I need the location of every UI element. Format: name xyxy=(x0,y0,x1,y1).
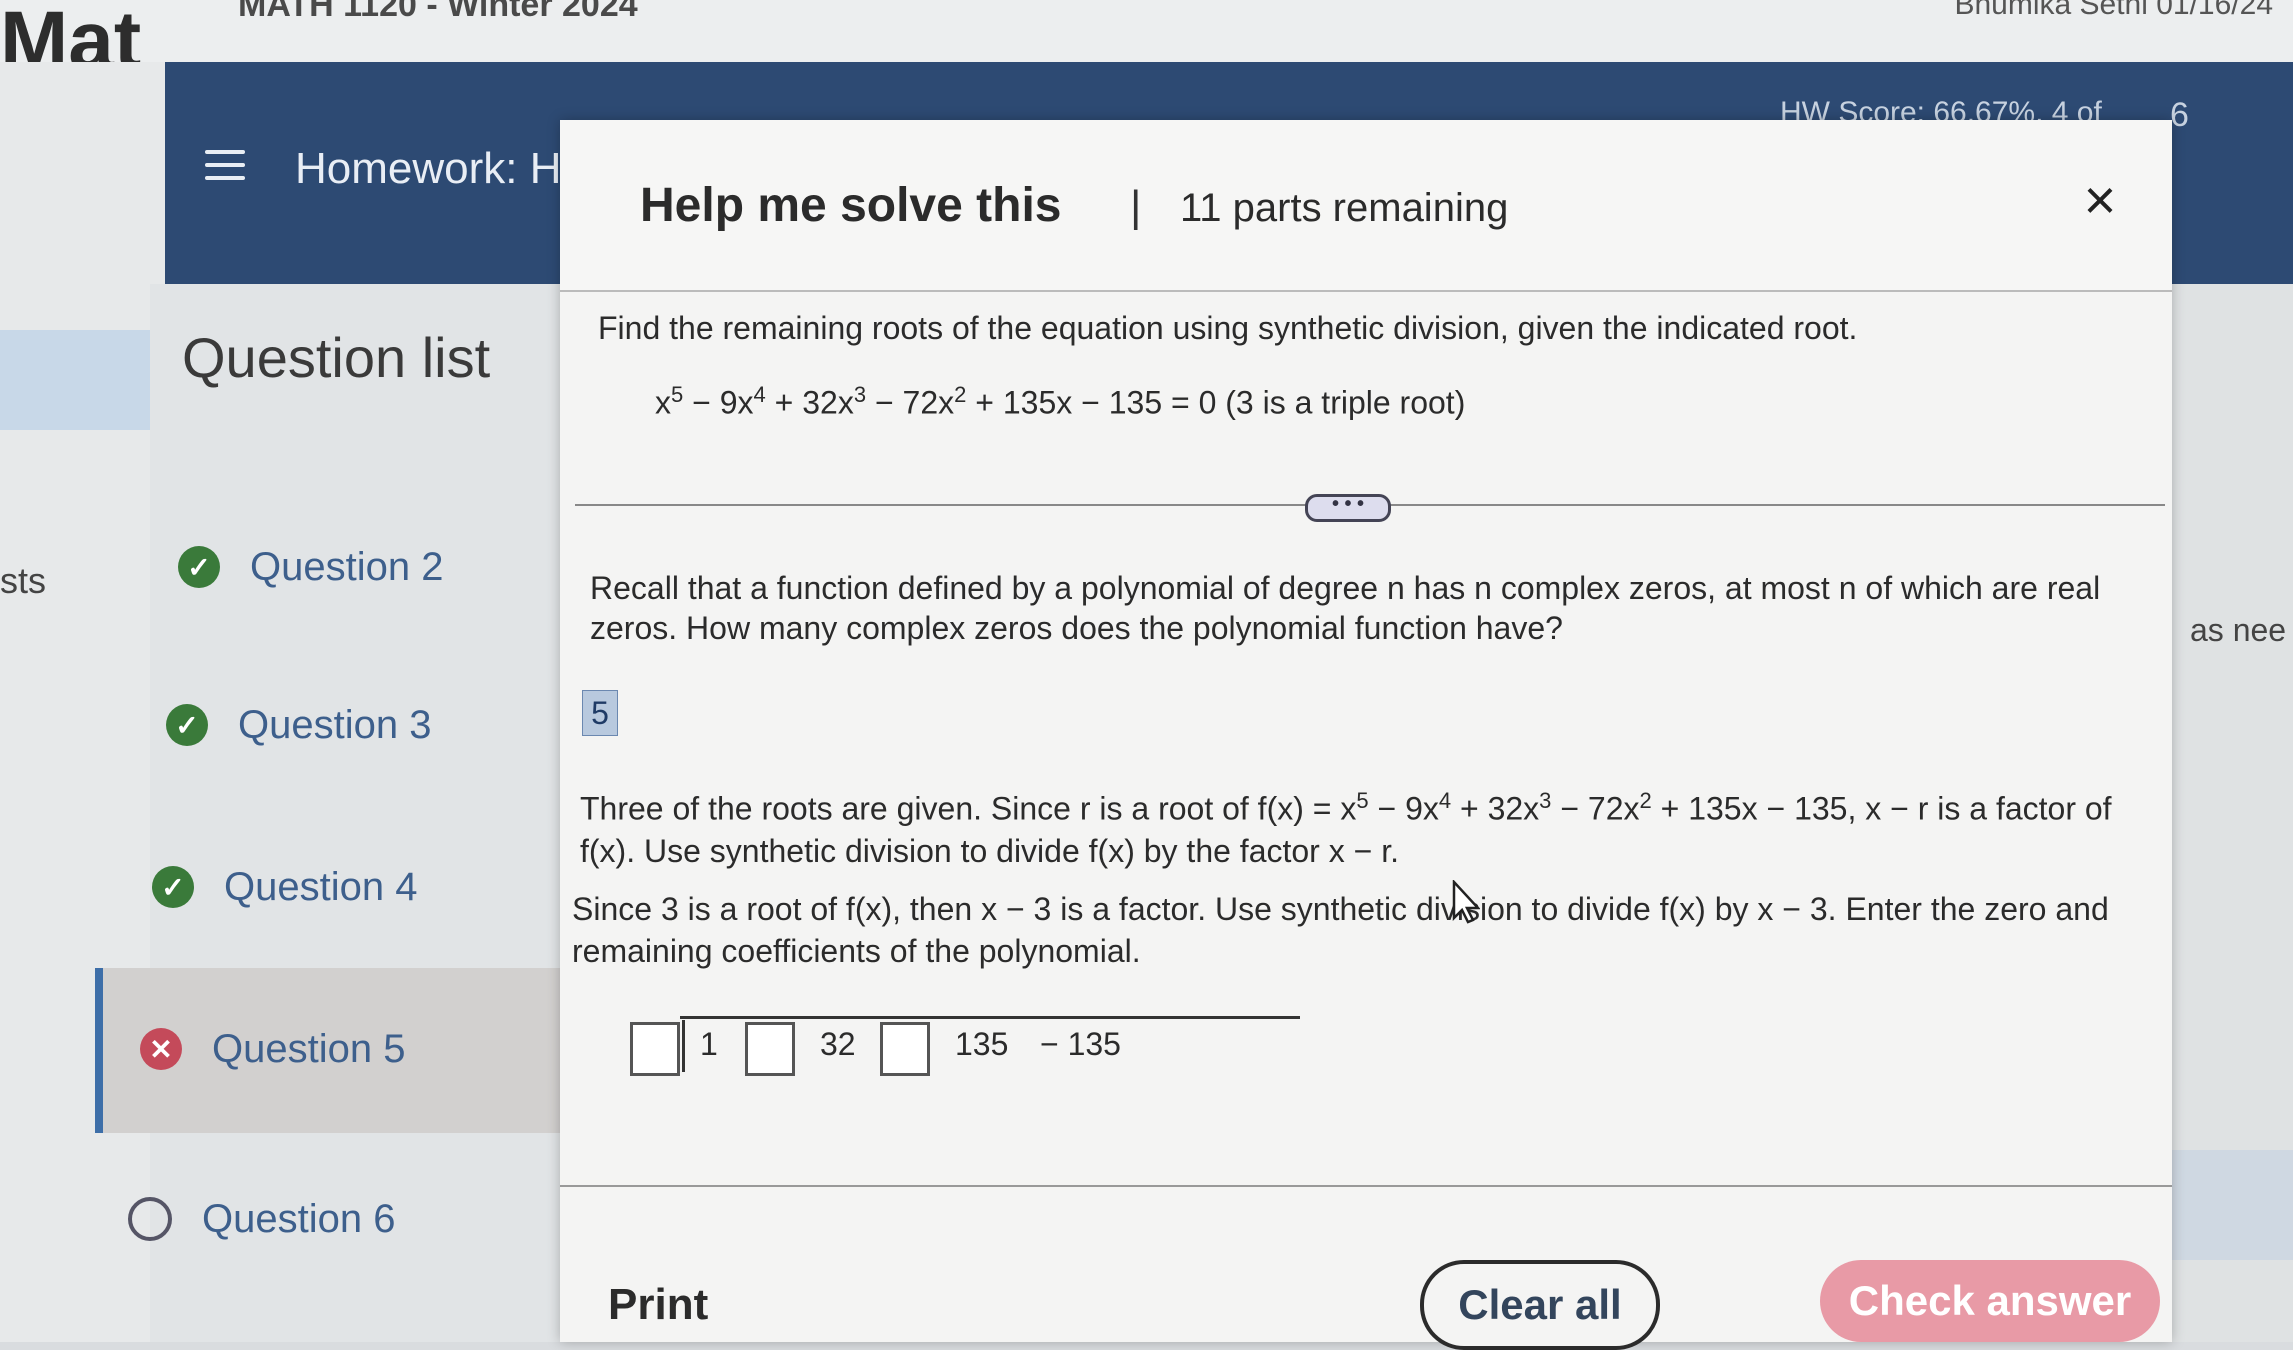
recall-step-text: Recall that a function defined by a poly… xyxy=(590,570,2101,646)
coefficient-input[interactable] xyxy=(880,1022,930,1076)
left-band xyxy=(0,330,165,430)
print-button[interactable]: Print xyxy=(608,1280,708,1330)
question-label: Question 2 xyxy=(250,544,444,589)
help-me-solve-dialog: Help me solve this | 11 parts remaining … xyxy=(560,120,2172,1350)
title-separator: | xyxy=(1130,182,1142,231)
answer-complex-zeros[interactable]: 5 xyxy=(582,690,618,736)
problem-statement: Find the remaining roots of the equation… xyxy=(598,310,1858,346)
question-label: Question 5 xyxy=(212,1026,406,1071)
left-text-fragment: sts xyxy=(0,560,47,601)
check-icon: ✓ xyxy=(178,546,220,588)
question-list-title: Question list xyxy=(182,326,491,389)
coefficient-value: − 135 xyxy=(1040,1026,1121,1062)
coefficient-input[interactable] xyxy=(745,1022,795,1076)
x-circle-icon: ✕ xyxy=(140,1028,182,1070)
question-list-item-2[interactable]: ✓ Question 2 xyxy=(178,532,443,602)
mouse-cursor-icon xyxy=(1452,880,1480,924)
coefficient-value: 1 xyxy=(700,1026,718,1062)
question-list-item-6[interactable]: Question 6 xyxy=(128,1184,395,1254)
right-band xyxy=(2172,1150,2293,1260)
check-icon: ✓ xyxy=(166,704,208,746)
left-background xyxy=(0,62,165,1342)
close-icon[interactable]: × xyxy=(2070,170,2130,230)
clear-all-button[interactable]: Clear all xyxy=(1420,1260,1660,1350)
course-title: MATH 1120 - Winter 2024 xyxy=(238,0,638,24)
question-label: Question 4 xyxy=(224,864,418,909)
question-list-item-4[interactable]: ✓ Question 4 xyxy=(152,852,417,922)
coefficient-value: 135 xyxy=(955,1026,1009,1062)
question-count: 6 xyxy=(2170,96,2189,134)
division-line xyxy=(680,1016,1300,1019)
dialog-title: Help me solve this xyxy=(640,179,1062,232)
check-answer-button[interactable]: Check answer xyxy=(1820,1260,2160,1342)
question-list-item-5[interactable]: ✕ Question 5 xyxy=(140,1014,405,1084)
check-icon: ✓ xyxy=(152,866,194,908)
division-instruction: Since 3 is a root of f(x), then x − 3 is… xyxy=(572,891,2109,969)
coefficient-value: 32 xyxy=(820,1026,856,1062)
root-input[interactable] xyxy=(630,1022,680,1076)
hamburger-menu-icon[interactable] xyxy=(205,150,245,182)
question-label: Question 6 xyxy=(202,1196,396,1241)
question-label: Question 3 xyxy=(238,702,432,747)
right-text-fragment: as nee xyxy=(2190,612,2287,648)
footer-divider xyxy=(560,1185,2172,1187)
equation: x5 − 9x4 + 32x3 − 72x2 + 135x − 135 = 0 … xyxy=(655,382,1466,421)
more-dots-icon[interactable]: • • • xyxy=(1305,494,1391,522)
factor-step-text: Three of the roots are given. Since r is… xyxy=(580,788,2112,869)
homework-title: Homework: HV xyxy=(295,144,591,193)
parts-remaining: 11 parts remaining xyxy=(1180,186,1509,230)
user-info: Bhumika Sethi 01/16/24 xyxy=(1954,0,2273,21)
empty-circle-icon xyxy=(128,1197,172,1241)
division-bracket xyxy=(676,1020,685,1072)
question-list-item-3[interactable]: ✓ Question 3 xyxy=(166,690,431,760)
